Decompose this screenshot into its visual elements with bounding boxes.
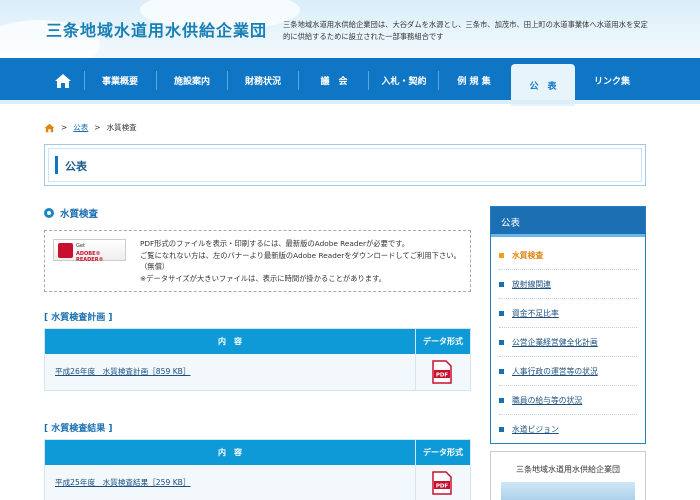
sidebar-item-label: 職員の給与等の状況: [512, 395, 583, 405]
sidebar-item-label: 公営企業経営健全化計画: [512, 337, 598, 347]
main-nav: 事業概要 施設案内 財務状況 議 会 入札・契約 例 規 集 公 表 リンク集: [0, 58, 700, 106]
column-divider: [415, 440, 416, 500]
column-header-format: データ形式: [416, 440, 470, 465]
svg-text:PDF: PDF: [436, 484, 449, 490]
sidebar-item-fund-shortage[interactable]: 資金不足比率: [499, 299, 637, 328]
page-title-frame: [48, 148, 642, 182]
site-description: 三条地域水道用水供給企業団は、大谷ダムを水源とし、三条市、加茂市、田上町の水道事…: [283, 20, 648, 41]
breadcrumb-link-publication[interactable]: 公表: [73, 122, 88, 133]
square-bullet-icon: [499, 397, 504, 403]
section-heading: 水質検査: [44, 206, 98, 220]
site-header: 三条地域水道用水供給企業団 三条地域水道用水供給企業団は、大谷ダムを水源とし、三…: [0, 0, 700, 58]
plan-table: 内 容 データ形式 平成26年度 水質検査計画［859 KB］ PDF: [44, 328, 471, 391]
nav-item-bidding[interactable]: 入札・契約: [369, 58, 439, 103]
nav-item-business[interactable]: 事業概要: [85, 58, 155, 103]
notice-line: PDF形式のファイルを表示・印刷するには、最新版のAdobe Readerが必要…: [140, 239, 410, 248]
sidebar-item-vision[interactable]: 水道ビジョン: [499, 415, 637, 444]
square-bullet-icon: [499, 252, 504, 258]
nav-item-assembly[interactable]: 議 会: [299, 58, 369, 103]
nav-item-finance[interactable]: 財務状況: [228, 58, 298, 103]
nav-item-facilities[interactable]: 施設案内: [157, 58, 227, 103]
sidebar-item-label: 資金不足比率: [512, 308, 559, 318]
sidebar-item-salary[interactable]: 職員の給与等の状況: [499, 386, 637, 415]
page-title-box: 公表: [44, 144, 646, 186]
results-heading: [ 水質検査結果 ]: [44, 424, 113, 434]
home-icon: [55, 73, 71, 88]
sidebar-item-label: 人事行政の運営等の状況: [512, 366, 598, 376]
badge-text-reader: ADOBE® READER®: [76, 251, 104, 263]
sidebar-item-label: 水質検査: [512, 250, 544, 260]
pdf-icon[interactable]: PDF: [431, 360, 453, 384]
adobe-reader-notice: Get ADOBE® READER® PDF形式のファイルを表示・印刷するには、…: [44, 230, 471, 292]
plan-heading: [ 水質検査計画 ]: [44, 313, 113, 323]
square-bullet-icon: [499, 368, 504, 374]
get-adobe-reader-button[interactable]: Get ADOBE® READER®: [53, 239, 126, 263]
breadcrumb: > 公表 > 水質検査: [44, 122, 137, 133]
page-title: 公表: [65, 160, 87, 173]
square-bullet-icon: [499, 427, 504, 432]
section-title: 水質検査: [60, 209, 99, 220]
nav-underline: [0, 100, 700, 104]
sidebar-item-water-quality[interactable]: 水質検査: [499, 241, 637, 270]
svg-text:PDF: PDF: [436, 373, 449, 379]
notice-line: ご覧になれない方は、左のバナーより最新版のAdobe Readerをダウンロード…: [140, 250, 461, 272]
column-header-format: データ形式: [416, 329, 470, 354]
sidebar: 公表 水質検査 放射線関連 資金不足比率 公営企業経営健全化計画 人事行政の運営…: [490, 206, 646, 444]
nav-home[interactable]: [44, 58, 82, 103]
nav-item-links[interactable]: リンク集: [577, 58, 647, 103]
pdf-icon[interactable]: PDF: [431, 471, 453, 495]
banner-title: 三条地域水道用水供給企業団: [516, 465, 620, 474]
badge-text-get: Get: [76, 243, 85, 249]
column-header-content: 内 容: [45, 440, 415, 465]
breadcrumb-separator: >: [61, 123, 68, 132]
breadcrumb-separator: >: [94, 123, 101, 132]
results-table: 内 容 データ形式 平成25年度 水質検査結果［259 KB］ PDF: [44, 439, 471, 500]
notice-line: ※データサイズが大きいファイルは、表示に時間が掛かることがあります。: [140, 273, 386, 283]
table-row: 平成25年度 水質検査結果［259 KB］ PDF: [45, 465, 470, 500]
square-bullet-icon: [499, 310, 504, 316]
organization-banner[interactable]: 三条地域水道用水供給企業団: [490, 451, 646, 500]
breadcrumb-current: 水質検査: [106, 123, 137, 132]
sidebar-title: 公表: [491, 207, 645, 237]
banner-image: [501, 482, 635, 500]
site-title[interactable]: 三条地域水道用水供給企業団: [46, 17, 267, 41]
plan-document-link[interactable]: 平成26年度 水質検査計画［859 KB］: [55, 366, 190, 377]
home-icon[interactable]: [44, 123, 55, 133]
nav-item-regulations[interactable]: 例 規 集: [439, 58, 509, 103]
table-row: 平成26年度 水質検査計画［859 KB］ PDF: [45, 354, 470, 390]
results-document-link[interactable]: 平成25年度 水質検査結果［259 KB］: [55, 477, 190, 488]
column-divider: [415, 329, 416, 390]
column-header-content: 内 容: [45, 329, 415, 354]
sidebar-item-label: 放射線関連: [512, 279, 551, 289]
circle-bullet-icon: [44, 208, 54, 218]
square-bullet-icon: [499, 339, 504, 345]
adobe-notice-text: PDF形式のファイルを表示・印刷するには、最新版のAdobe Readerが必要…: [140, 238, 465, 284]
sidebar-item-personnel[interactable]: 人事行政の運営等の状況: [499, 357, 637, 386]
square-bullet-icon: [499, 281, 504, 287]
sidebar-item-label: 水道ビジョン: [512, 425, 559, 434]
title-accent-bar: [55, 156, 58, 174]
sidebar-item-radiation[interactable]: 放射線関連: [499, 270, 637, 299]
sidebar-item-management-plan[interactable]: 公営企業経営健全化計画: [499, 328, 637, 357]
adobe-logo-icon: [58, 243, 73, 258]
